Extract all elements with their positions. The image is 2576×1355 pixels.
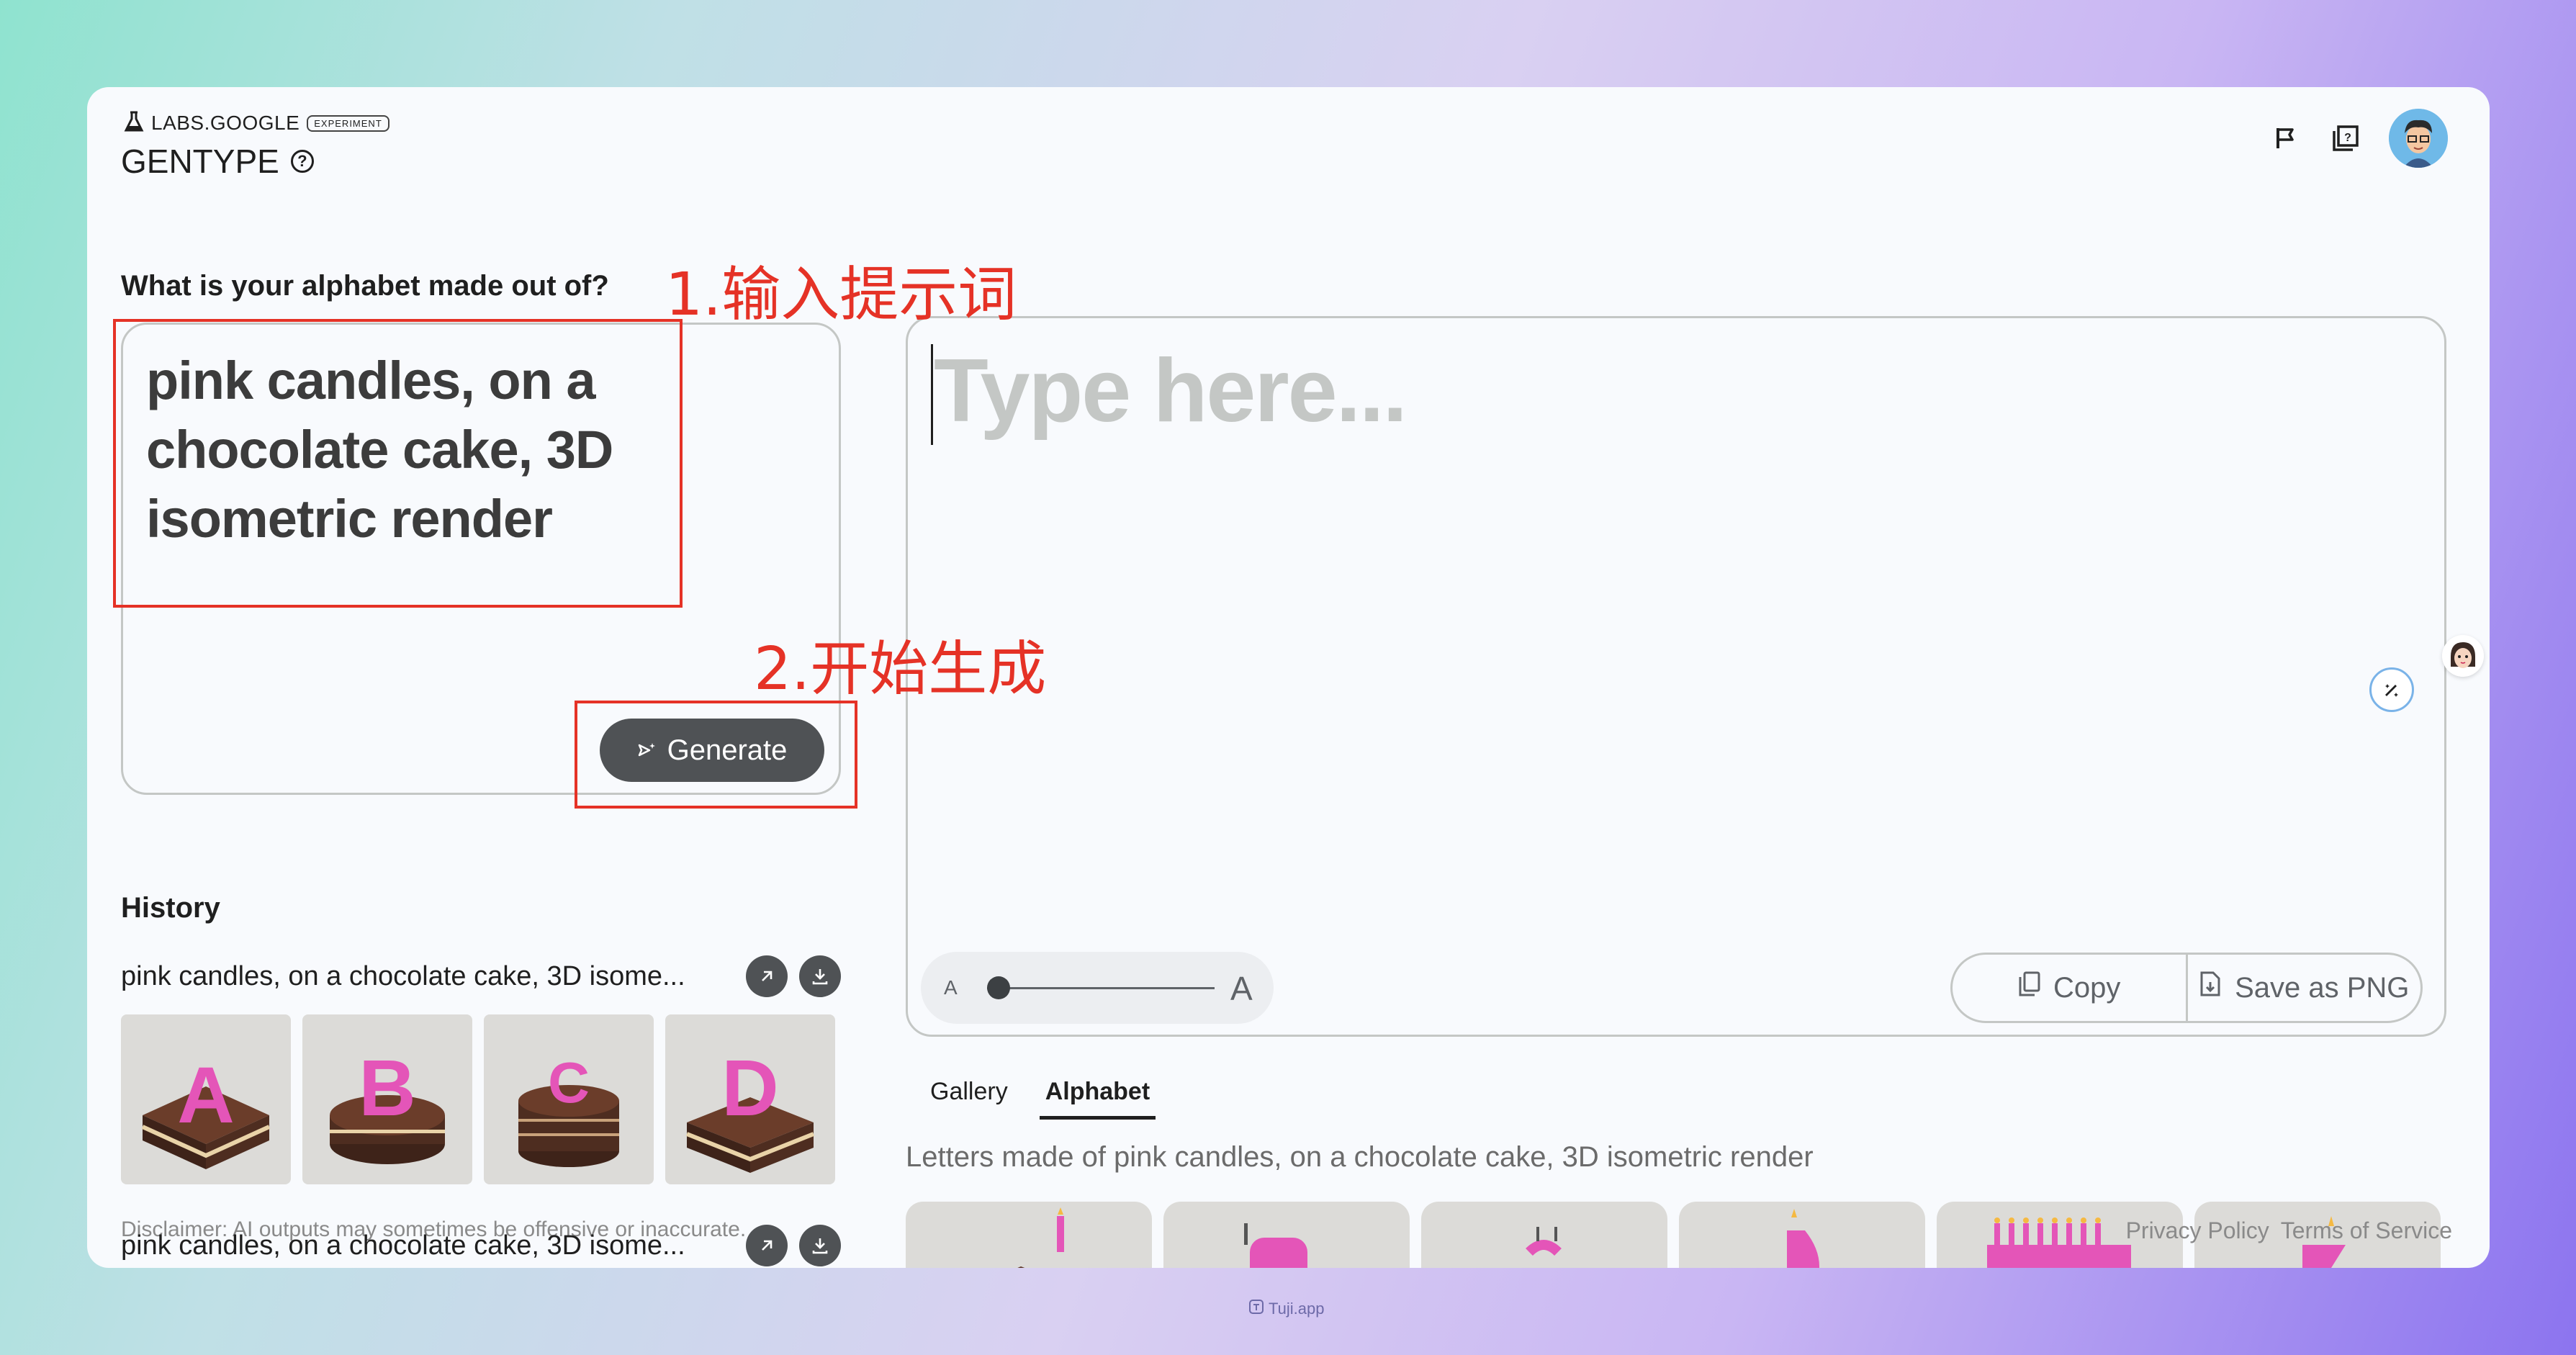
top-icons: ? bbox=[2268, 109, 2448, 168]
thumb-letter: B bbox=[359, 1044, 415, 1133]
save-png-label: Save as PNG bbox=[2235, 971, 2410, 1004]
user-avatar[interactable] bbox=[2389, 109, 2448, 168]
watermark: Tuji.app bbox=[1248, 1299, 1324, 1319]
letter-a-thumbnail[interactable]: A bbox=[121, 1014, 291, 1184]
tab-gallery[interactable]: Gallery bbox=[924, 1073, 1014, 1120]
svg-text:?: ? bbox=[2344, 132, 2351, 144]
save-png-button[interactable]: Save as PNG bbox=[2185, 955, 2421, 1021]
page-title: GENTYPE bbox=[121, 143, 279, 180]
download-icon[interactable] bbox=[799, 955, 841, 997]
slider-handle[interactable] bbox=[986, 976, 1010, 999]
brand-text[interactable]: LABS.GOOGLE bbox=[151, 112, 300, 135]
prompt-label: What is your alphabet made out of? bbox=[121, 270, 609, 302]
text-canvas[interactable]: Type here... A A Copy Save as PNG bbox=[906, 316, 2446, 1037]
copy-button[interactable]: Copy bbox=[1953, 955, 2186, 1021]
annotation-box-generate bbox=[575, 701, 857, 809]
history-actions bbox=[746, 1225, 841, 1266]
privacy-link[interactable]: Privacy Policy bbox=[2126, 1217, 2269, 1244]
slider-min-label: A bbox=[944, 976, 958, 999]
thumb-letter: C bbox=[548, 1050, 590, 1115]
app-title-row: GENTYPE ? bbox=[121, 142, 314, 181]
save-file-icon bbox=[2199, 971, 2223, 1005]
letters-caption: Letters made of pink candles, on a choco… bbox=[906, 1141, 1814, 1173]
help-icon[interactable]: ? bbox=[290, 150, 314, 173]
thumb-letter: A bbox=[177, 1051, 234, 1140]
annotation-step2: 2.开始生成 bbox=[754, 635, 1047, 703]
text-caret bbox=[931, 344, 933, 445]
copy-label: Copy bbox=[2053, 971, 2121, 1004]
history-thumbnails: A B C D bbox=[121, 1014, 835, 1184]
history-actions bbox=[746, 955, 841, 997]
alphabet-tile[interactable] bbox=[1679, 1202, 1925, 1268]
assistant-avatar[interactable] bbox=[2442, 635, 2484, 677]
slider-track[interactable] bbox=[987, 987, 1215, 989]
download-icon[interactable] bbox=[799, 1225, 841, 1266]
flask-icon bbox=[124, 111, 144, 136]
terms-link[interactable]: Terms of Service bbox=[2281, 1217, 2452, 1244]
thumb-letter: D bbox=[721, 1044, 778, 1133]
tuji-logo-icon bbox=[1248, 1299, 1264, 1319]
history-entry[interactable]: pink candles, on a chocolate cake, 3D is… bbox=[121, 1225, 841, 1266]
experiment-badge: EXPERIMENT bbox=[307, 114, 389, 132]
alphabet-tile[interactable] bbox=[1163, 1202, 1410, 1268]
history-entry-text[interactable]: pink candles, on a chocolate cake, 3D is… bbox=[121, 1230, 733, 1261]
font-size-slider[interactable]: A A bbox=[921, 952, 1274, 1024]
annotation-step1: 1.输入提示词 bbox=[665, 261, 1017, 329]
copy-icon bbox=[2017, 971, 2042, 1005]
letter-c-thumbnail[interactable]: C bbox=[484, 1014, 654, 1184]
magic-wand-icon[interactable] bbox=[2369, 667, 2414, 712]
watermark-text: Tuji.app bbox=[1269, 1300, 1325, 1318]
canvas-actions: Copy Save as PNG bbox=[1950, 953, 2423, 1023]
brand-row: LABS.GOOGLE EXPERIMENT bbox=[124, 111, 389, 136]
history-entry-text[interactable]: pink candles, on a chocolate cake, 3D is… bbox=[121, 961, 733, 992]
footer-links: Privacy Policy Terms of Service bbox=[2126, 1217, 2452, 1244]
slider-max-label: A bbox=[1230, 970, 1253, 1007]
annotation-box-prompt bbox=[113, 319, 683, 608]
open-arrow-icon[interactable] bbox=[746, 955, 788, 997]
app-window: LABS.GOOGLE EXPERIMENT GENTYPE ? ? What … bbox=[87, 87, 2490, 1268]
alphabet-tile[interactable] bbox=[906, 1202, 1152, 1268]
alphabet-tile[interactable] bbox=[1421, 1202, 1667, 1268]
history-entry[interactable]: pink candles, on a chocolate cake, 3D is… bbox=[121, 955, 841, 997]
canvas-placeholder[interactable]: Type here... bbox=[934, 340, 1408, 442]
letter-b-thumbnail[interactable]: B bbox=[302, 1014, 472, 1184]
letter-d-thumbnail[interactable]: D bbox=[665, 1014, 835, 1184]
history-heading: History bbox=[121, 892, 220, 924]
feedback-icon[interactable]: ? bbox=[2328, 121, 2363, 156]
open-arrow-icon[interactable] bbox=[746, 1225, 788, 1266]
flag-icon[interactable] bbox=[2268, 121, 2302, 156]
tab-alphabet[interactable]: Alphabet bbox=[1039, 1073, 1156, 1120]
result-tabs: Gallery Alphabet bbox=[924, 1073, 1156, 1120]
